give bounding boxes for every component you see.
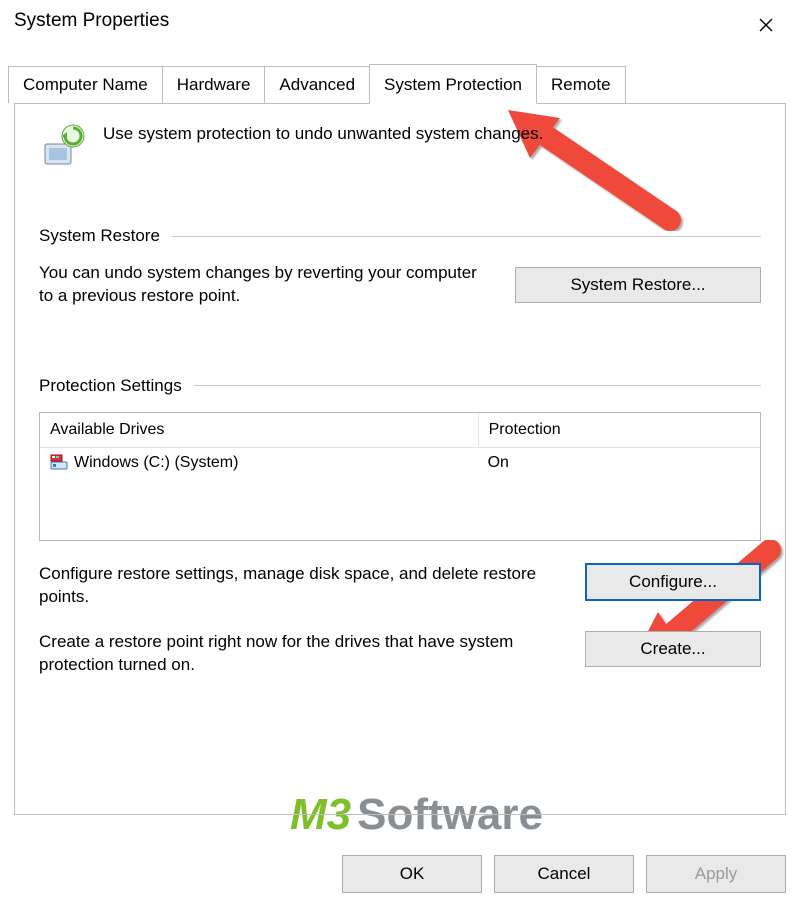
tab-system-protection[interactable]: System Protection [369, 64, 537, 104]
close-icon [758, 17, 774, 33]
dialog-button-bar: OK Cancel Apply [342, 855, 786, 893]
drive-name: Windows (C:) (System) [74, 454, 238, 472]
tab-hardware[interactable]: Hardware [162, 66, 266, 103]
group-heading-label: System Restore [39, 226, 160, 246]
col-protection: Protection [479, 413, 760, 447]
create-description: Create a restore point right now for the… [39, 631, 537, 677]
cancel-button[interactable]: Cancel [494, 855, 634, 893]
tab-panel-system-protection: Use system protection to undo unwanted s… [14, 103, 786, 815]
drive-protection-status: On [478, 448, 760, 478]
group-system-restore: System Restore You can undo system chang… [39, 226, 761, 308]
close-button[interactable] [746, 10, 786, 40]
system-properties-window: System Properties Computer Name Hardware… [0, 0, 800, 909]
group-protection-settings: Protection Settings Available Drives Pro… [39, 376, 761, 677]
group-heading-label: Protection Settings [39, 376, 182, 396]
intro-text: Use system protection to undo unwanted s… [103, 122, 543, 144]
drives-table-header: Available Drives Protection [40, 413, 760, 448]
system-restore-row: You can undo system changes by reverting… [39, 262, 761, 308]
configure-description: Configure restore settings, manage disk … [39, 563, 537, 609]
drive-icon [50, 454, 68, 472]
tab-strip: Computer Name Hardware Advanced System P… [8, 64, 786, 103]
ok-button[interactable]: OK [342, 855, 482, 893]
create-row: Create a restore point right now for the… [39, 631, 761, 677]
drives-rows: Windows (C:) (System) On [40, 448, 760, 540]
system-restore-button[interactable]: System Restore... [515, 267, 761, 303]
create-button[interactable]: Create... [585, 631, 761, 667]
tab-computer-name[interactable]: Computer Name [8, 66, 163, 103]
group-heading-system-restore: System Restore [39, 226, 761, 246]
titlebar: System Properties [0, 0, 800, 42]
divider [194, 385, 761, 386]
window-title: System Properties [14, 10, 169, 32]
tab-remote[interactable]: Remote [536, 66, 626, 103]
configure-button[interactable]: Configure... [585, 563, 761, 601]
drives-table: Available Drives Protection [39, 412, 761, 541]
system-restore-description: You can undo system changes by reverting… [39, 262, 491, 308]
intro-row: Use system protection to undo unwanted s… [39, 122, 761, 170]
system-protection-icon [39, 122, 87, 170]
group-heading-protection-settings: Protection Settings [39, 376, 761, 396]
tab-advanced[interactable]: Advanced [264, 66, 370, 103]
divider [172, 236, 761, 237]
table-row[interactable]: Windows (C:) (System) On [40, 448, 760, 478]
apply-button[interactable]: Apply [646, 855, 786, 893]
col-available-drives: Available Drives [40, 413, 479, 447]
configure-row: Configure restore settings, manage disk … [39, 563, 761, 609]
